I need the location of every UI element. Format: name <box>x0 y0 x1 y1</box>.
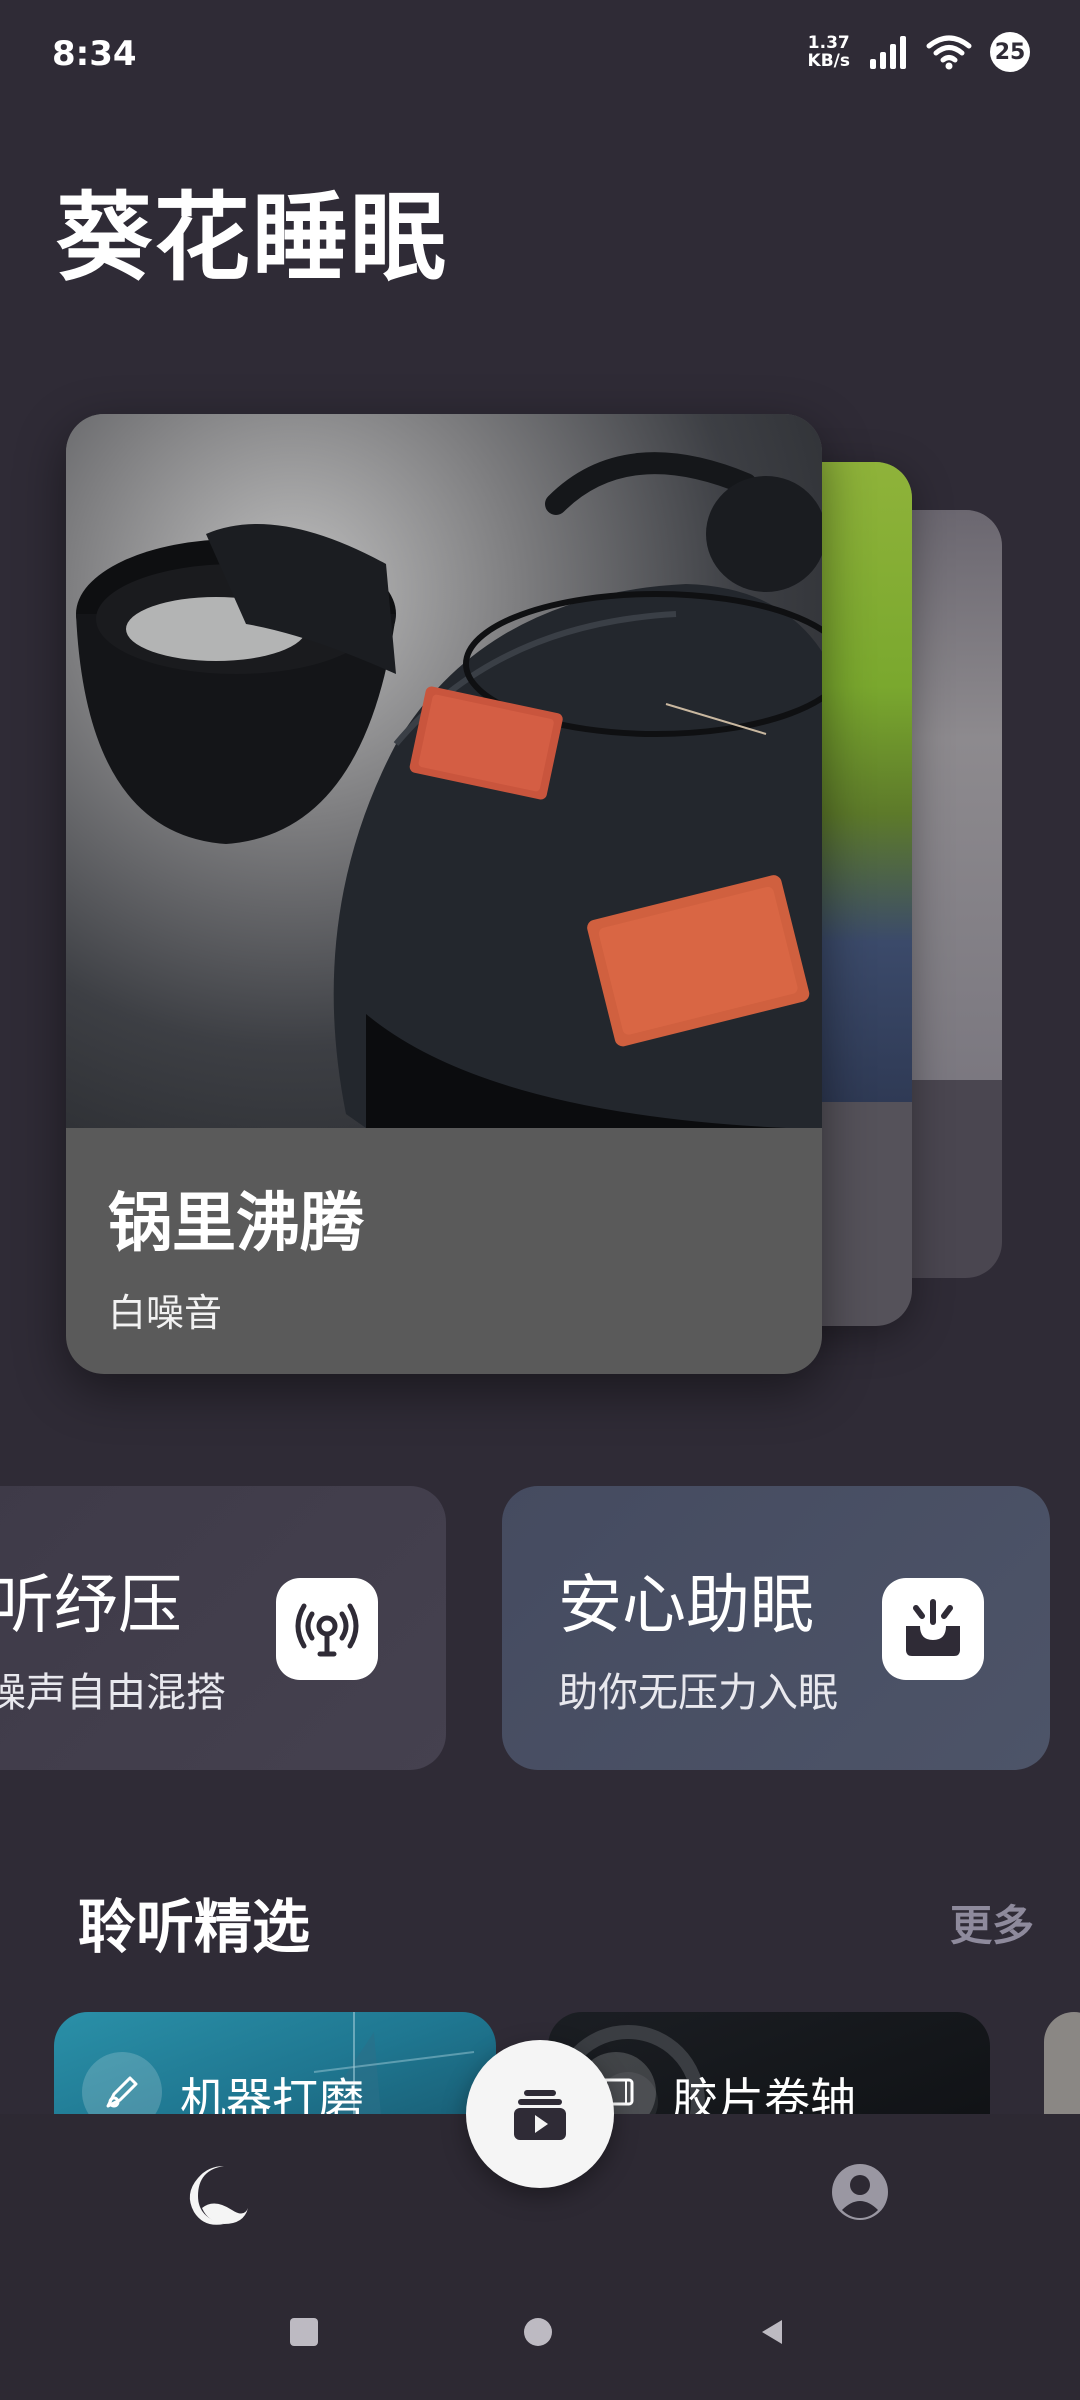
section-title: 聆听精选 <box>78 1893 311 1961</box>
feature-title: 安心助眠 <box>558 1569 814 1643</box>
broadcast-icon <box>276 1578 378 1680</box>
feature-card-sleep[interactable]: 安心助眠 助你无压力入眠 <box>502 1486 1050 1770</box>
network-speed: 1.37 KB/s <box>807 33 850 71</box>
home-moon-icon[interactable] <box>184 2162 250 2228</box>
status-bar: 8:34 1.37 KB/s 25 <box>0 0 1080 110</box>
feature-card-relax[interactable]: 聆听纾压 白噪声自由混搭 <box>0 1486 446 1770</box>
card-subtitle: 白噪音 <box>108 1291 223 1335</box>
card-title: 锅里沸腾 <box>108 1187 364 1261</box>
feature-subtitle: 白噪声自由混搭 <box>0 1670 226 1716</box>
sunrise-alarm-icon <box>882 1578 984 1680</box>
feature-subtitle: 助你无压力入眠 <box>558 1670 838 1716</box>
carousel-card-main[interactable]: 锅里沸腾 白噪音 <box>66 414 822 1374</box>
home-button[interactable] <box>522 2316 554 2348</box>
wifi-icon <box>926 35 972 70</box>
back-button[interactable] <box>756 2316 788 2348</box>
more-link[interactable]: 更多 <box>950 1892 1034 1953</box>
play-library-button[interactable] <box>466 2040 614 2188</box>
status-time: 8:34 <box>52 34 137 74</box>
app-title: 葵花睡眠 <box>56 182 448 294</box>
recents-button[interactable] <box>288 2316 320 2348</box>
status-icons: 1.37 KB/s 25 <box>808 32 1030 72</box>
play-library-icon <box>514 2090 566 2140</box>
signal-icon <box>870 36 906 69</box>
profile-icon[interactable] <box>830 2162 890 2222</box>
feature-title: 聆听纾压 <box>0 1569 182 1643</box>
teapot-image <box>66 414 822 1128</box>
battery-icon: 25 <box>990 32 1030 72</box>
